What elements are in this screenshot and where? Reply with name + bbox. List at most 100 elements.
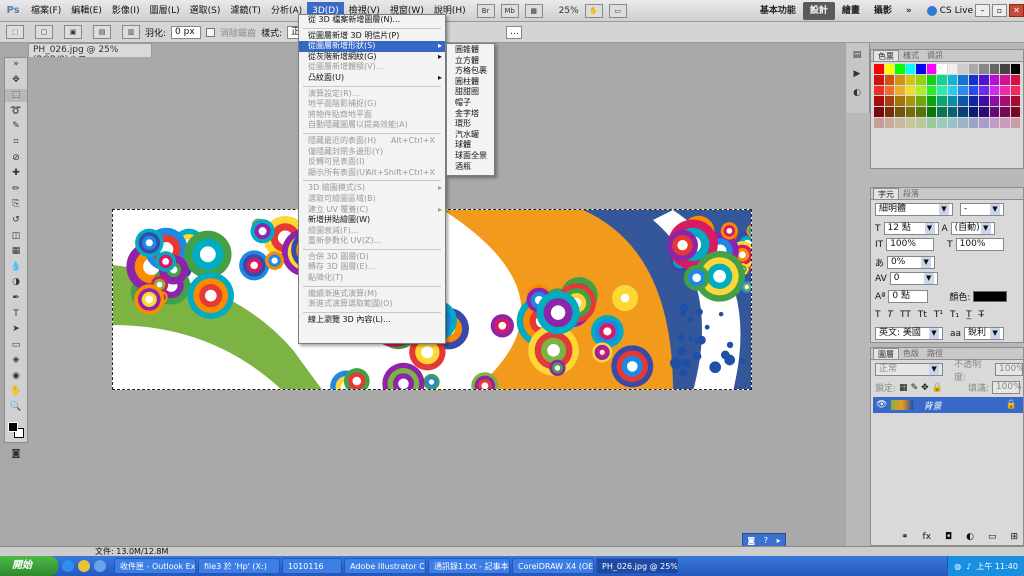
tray-volume-icon[interactable]: ♪ <box>966 562 971 571</box>
swatch[interactable] <box>1010 107 1020 118</box>
menu-3d-item[interactable]: 從 3D 檔案新增圖層(N)... <box>299 15 445 26</box>
swatch[interactable] <box>989 96 999 107</box>
new-layer-icon[interactable]: ⊞ <box>1011 532 1019 542</box>
swatch[interactable] <box>937 85 947 96</box>
swatch[interactable] <box>1000 74 1010 85</box>
add-selection-icon[interactable]: ▣ <box>64 25 82 39</box>
swatch[interactable] <box>905 107 915 118</box>
move-tool-icon[interactable]: ✥ <box>5 74 27 87</box>
swatch[interactable] <box>968 118 978 128</box>
underline-icon[interactable]: T̲ <box>966 310 972 320</box>
swatch[interactable] <box>926 96 936 107</box>
swatch[interactable] <box>916 85 926 96</box>
intersect-selection-icon[interactable]: ▥ <box>122 25 140 39</box>
link-layers-icon[interactable]: ⚭ <box>901 532 909 542</box>
lock-all-icon[interactable]: 🔒 <box>932 383 943 393</box>
type-tool-icon[interactable]: T <box>5 308 27 321</box>
taskbar-item[interactable]: Adobe Illustrator CS4... <box>344 558 426 574</box>
swatch[interactable] <box>916 96 926 107</box>
workspace-button[interactable]: 繪畫 <box>835 2 867 20</box>
taskbar-item[interactable]: PH_026.jpg @ 25% (... <box>596 558 678 574</box>
swatch[interactable] <box>979 107 989 118</box>
history-brush-tool-icon[interactable]: ↺ <box>5 214 27 227</box>
swatch[interactable] <box>926 107 936 118</box>
swatch[interactable] <box>958 85 968 96</box>
font-size-select[interactable]: 12 點 ▼ <box>883 222 939 235</box>
menu-3d-item[interactable]: 凸紋面(U) ▸ <box>299 73 445 84</box>
swatch[interactable] <box>968 85 978 96</box>
swatch[interactable] <box>989 85 999 96</box>
submenu-shape-item[interactable]: 甜甜圈 <box>447 87 494 98</box>
layer-style-icon[interactable]: fx <box>923 532 932 542</box>
crop-tool-icon[interactable]: ⌗ <box>5 136 27 149</box>
eyedropper-tool-icon[interactable]: ⊘ <box>5 152 27 165</box>
document-tab[interactable]: PH_026.jpg @ 25% (RGB/8) * ⊠ <box>28 43 152 65</box>
dodge-tool-icon[interactable]: ◑ <box>5 276 27 289</box>
desktop-icon[interactable] <box>94 560 106 572</box>
subtract-selection-icon[interactable]: ▤ <box>93 25 111 39</box>
panel-tab[interactable]: 圖層 <box>873 348 899 359</box>
swatch[interactable] <box>874 85 884 96</box>
panel-tab[interactable]: 資訊 <box>923 50 947 61</box>
folder-icon[interactable] <box>78 560 90 572</box>
swatch[interactable] <box>916 64 926 74</box>
ie-icon[interactable] <box>62 560 74 572</box>
menu-item[interactable]: 選取(S) <box>185 2 226 20</box>
eye-icon[interactable]: 👁 <box>876 400 887 410</box>
swatch[interactable] <box>1000 96 1010 107</box>
blur-tool-icon[interactable]: 💧 <box>5 261 27 274</box>
swatch[interactable] <box>947 74 957 85</box>
foreground-color[interactable] <box>8 422 18 433</box>
swatch[interactable] <box>958 74 968 85</box>
panel-tab[interactable]: 樣式 <box>899 50 923 61</box>
shape-tool-icon[interactable]: ▭ <box>5 339 27 352</box>
blend-mode-select[interactable]: 正常 ▼ <box>875 363 944 376</box>
new-selection-icon[interactable]: ▢ <box>35 25 53 39</box>
swatch[interactable] <box>989 118 999 128</box>
all-caps-icon[interactable]: TT <box>900 310 911 320</box>
menu-3d-item[interactable]: 線上瀏覽 3D 內容(L)... <box>299 315 445 326</box>
menu-3d-item[interactable]: 從灰階新增網紋(G) ▸ <box>299 52 445 63</box>
swatch[interactable] <box>1000 118 1010 128</box>
expand-icon[interactable]: ▸ <box>777 536 781 545</box>
swatch[interactable] <box>905 96 915 107</box>
swatch[interactable] <box>926 118 936 128</box>
zoom-tool-icon[interactable]: 🔍 <box>5 401 27 414</box>
leading-select[interactable]: (自動) ▼ <box>950 222 995 235</box>
help-icon[interactable]: ? <box>764 536 768 545</box>
minimize-button[interactable]: – <box>975 4 990 17</box>
swatch[interactable] <box>989 64 999 74</box>
submenu-shape-item[interactable]: 汽水罐 <box>447 130 494 141</box>
swatch[interactable] <box>1010 85 1020 96</box>
swatch[interactable] <box>874 118 884 128</box>
swatch[interactable] <box>895 118 905 128</box>
antialias-checkbox[interactable] <box>206 27 216 37</box>
tracking-select[interactable]: 0% ▼ <box>887 256 936 269</box>
swatch[interactable] <box>958 118 968 128</box>
adjustments-panel-icon[interactable]: ◐ <box>846 87 868 100</box>
horizontal-scale-input[interactable]: 100% <box>955 238 1004 251</box>
swatch[interactable] <box>989 74 999 85</box>
submenu-shape-item[interactable]: 金字塔 <box>447 109 494 120</box>
swatch[interactable] <box>926 64 936 74</box>
color-swatches[interactable] <box>5 420 27 442</box>
taskbar-item[interactable]: 通訊錄1.txt - 記事本 <box>428 558 510 574</box>
history-panel-icon[interactable]: ▤ <box>846 49 868 62</box>
font-family-select[interactable]: 細明體 ▼ <box>875 203 953 216</box>
submenu-shape-item[interactable]: 球面全景 <box>447 151 494 162</box>
faux-italic-icon[interactable]: T <box>888 310 894 320</box>
submenu-shape-item[interactable]: 球體 <box>447 140 494 151</box>
menu-item[interactable]: 圖層(L) <box>145 2 185 20</box>
zoom-level[interactable]: 25% <box>559 6 579 16</box>
actions-panel-icon[interactable]: ▶ <box>846 68 868 81</box>
swatch[interactable] <box>937 74 947 85</box>
healing-tool-icon[interactable]: ✚ <box>5 167 27 180</box>
swatch[interactable] <box>1000 107 1010 118</box>
more-workspaces-button[interactable]: » <box>899 2 919 20</box>
menu-3d-item[interactable]: 新增拼貼繪圖(W) <box>299 215 445 226</box>
font-style-select[interactable]: - ▼ <box>960 203 1004 216</box>
swatch[interactable] <box>884 64 894 74</box>
screen-mode-icon[interactable]: ▭ <box>608 3 627 18</box>
panel-tab[interactable]: 段落 <box>899 188 923 199</box>
swatch[interactable] <box>884 85 894 96</box>
